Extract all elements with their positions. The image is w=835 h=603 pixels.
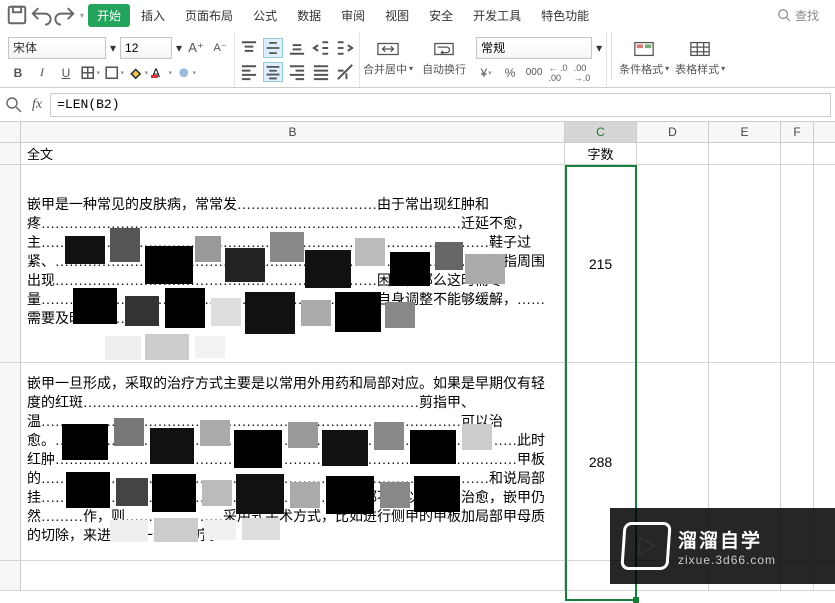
tab-start[interactable]: 开始 (88, 4, 130, 27)
cell-D1[interactable] (637, 143, 709, 164)
cell-F2[interactable] (781, 165, 814, 362)
align-middle-icon[interactable] (263, 38, 283, 58)
align-group (235, 32, 360, 87)
border-icon[interactable]: ▾ (80, 63, 100, 83)
selection-handle[interactable] (633, 597, 639, 603)
menubar: ▾ 开始 插入 页面布局 公式 数据 审阅 视图 安全 开发工具 特色功能 查找 (0, 0, 835, 30)
cell-C1[interactable]: 字数 (565, 143, 637, 164)
watermark: 溜溜自学 zixue.3d66.com (610, 508, 835, 584)
highlight-icon[interactable]: ▾ (176, 63, 196, 83)
cell-E2[interactable] (709, 165, 781, 362)
conditional-format-button[interactable]: 条件格式▾ (616, 32, 672, 82)
increase-font-icon[interactable]: A⁺ (186, 38, 206, 58)
table-row: 嵌甲是一种常见的皮肤病，常常发…………………………由于常出现红肿和疼………………… (0, 165, 835, 363)
underline-icon[interactable]: U (56, 63, 76, 83)
col-header-E[interactable]: E (709, 122, 781, 142)
font-group: ▾ ▾ A⁺ A⁻ B I U ▾ ▾ ▾ A▾ ▾ (4, 32, 235, 87)
decrease-font-icon[interactable]: A⁻ (210, 38, 230, 58)
undo-icon[interactable] (30, 4, 52, 26)
tab-review[interactable]: 审阅 (332, 4, 374, 27)
merge-center-button[interactable]: 合并居中▾ (360, 32, 416, 82)
watermark-logo (620, 522, 671, 570)
ribbon: ▾ ▾ A⁺ A⁻ B I U ▾ ▾ ▾ A▾ ▾ (0, 30, 835, 88)
fill-color-icon[interactable]: ▾ (128, 63, 148, 83)
align-bottom-icon[interactable] (287, 38, 307, 58)
tab-dev[interactable]: 开发工具 (464, 4, 530, 27)
thousand-sep-icon[interactable]: 000 (524, 63, 544, 83)
table-style-button[interactable]: 表格样式▾ (672, 32, 728, 82)
font-size-select[interactable] (120, 37, 172, 59)
cell-B1[interactable]: 全文 (21, 143, 565, 164)
redo-icon[interactable] (54, 4, 76, 26)
cell-B2[interactable]: 嵌甲是一种常见的皮肤病，常常发…………………………由于常出现红肿和疼………………… (21, 165, 565, 362)
align-justify-icon[interactable] (311, 62, 331, 82)
tab-insert[interactable]: 插入 (132, 4, 174, 27)
col-header-B[interactable]: B (21, 122, 565, 142)
column-headers: B C D E F (0, 122, 835, 143)
wrap-text-button[interactable]: 自动换行 (416, 32, 472, 82)
tab-security[interactable]: 安全 (420, 4, 462, 27)
formula-input[interactable]: =LEN(B2) (50, 93, 831, 117)
tab-data[interactable]: 数据 (288, 4, 330, 27)
fill-pattern-icon[interactable]: ▾ (104, 63, 124, 83)
formula-bar: fx =LEN(B2) (0, 88, 835, 122)
table-row: 全文 字数 (0, 143, 835, 165)
font-color-icon[interactable]: A▾ (152, 63, 172, 83)
cell-C2[interactable]: 215 (565, 165, 637, 362)
increase-decimal-icon[interactable]: .00→.0 (572, 63, 592, 83)
decrease-decimal-icon[interactable]: ← .0.00 (548, 63, 568, 83)
cell-F1[interactable] (781, 143, 814, 164)
watermark-title: 溜溜自学 (678, 526, 776, 553)
align-center-icon[interactable] (263, 62, 283, 82)
tab-layout[interactable]: 页面布局 (176, 4, 242, 27)
italic-icon[interactable]: I (32, 63, 52, 83)
merge-label: 合并居中 (363, 61, 407, 77)
percent-icon[interactable]: % (500, 63, 520, 83)
select-all-corner[interactable] (0, 122, 21, 142)
font-name-select[interactable] (8, 37, 106, 59)
tab-formula[interactable]: 公式 (244, 4, 286, 27)
zoom-icon[interactable] (4, 97, 24, 113)
orientation-icon[interactable] (335, 62, 355, 82)
cell-B4[interactable] (21, 561, 565, 590)
table-style-label: 表格样式 (675, 61, 719, 77)
col-header-D[interactable]: D (637, 122, 709, 142)
col-header-F[interactable]: F (781, 122, 814, 142)
cell-D2[interactable] (637, 165, 709, 362)
number-format-select[interactable] (476, 37, 592, 59)
cell-B3[interactable]: 嵌甲一旦形成，采取的治疗方式主要是以常用外用药和局部对应。如果是早期仅有轻度的红… (21, 363, 565, 560)
indent-decrease-icon[interactable] (311, 38, 331, 58)
wrap-label: 自动换行 (422, 61, 466, 77)
align-left-icon[interactable] (239, 62, 259, 82)
search-label: 查找 (795, 7, 819, 24)
cond-fmt-label: 条件格式 (619, 61, 663, 77)
currency-icon[interactable]: ¥▾ (476, 63, 496, 83)
col-header-C[interactable]: C (565, 122, 637, 142)
cell-E1[interactable] (709, 143, 781, 164)
align-top-icon[interactable] (239, 38, 259, 58)
tab-view[interactable]: 视图 (376, 4, 418, 27)
align-right-icon[interactable] (287, 62, 307, 82)
watermark-url: zixue.3d66.com (678, 553, 776, 567)
number-group: ▾ ¥▾ % 000 ← .0.00 .00→.0 (472, 32, 607, 87)
tab-special[interactable]: 特色功能 (532, 4, 598, 27)
save-icon[interactable] (6, 4, 28, 26)
search-box[interactable]: 查找 (777, 7, 829, 24)
indent-increase-icon[interactable] (335, 38, 355, 58)
fx-icon[interactable]: fx (32, 97, 42, 113)
bold-icon[interactable]: B (8, 63, 28, 83)
